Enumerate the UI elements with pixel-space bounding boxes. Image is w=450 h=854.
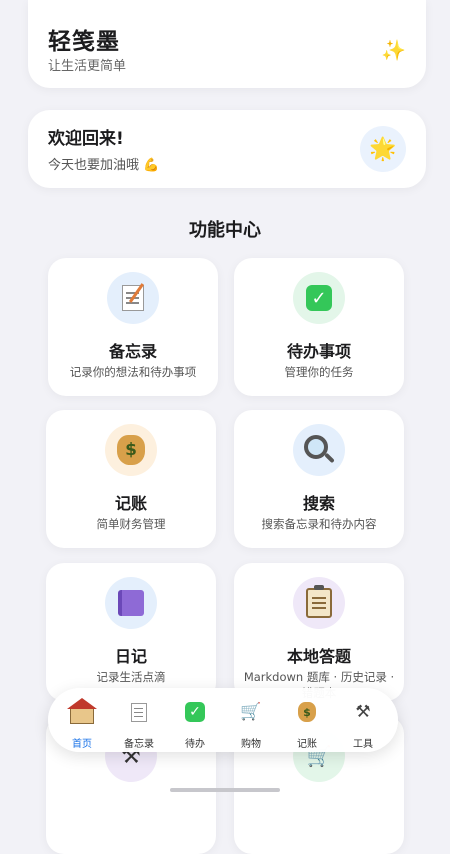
card-desc: 搜索备忘录和待办内容 [261, 517, 377, 531]
feature-card-quiz[interactable]: 本地答题 Markdown 题库 · 历史记录 · 错题本 [234, 563, 404, 701]
app-title: 轻笺墨 [48, 29, 120, 55]
card-desc: 简单财务管理 [96, 517, 166, 531]
money-bag-icon: $ [295, 700, 319, 724]
magnifier-icon [293, 424, 345, 476]
clipboard-icon [293, 577, 345, 629]
tab-shopping[interactable]: 🛒 购物 [223, 688, 279, 752]
tab-label: 首页 [72, 739, 92, 750]
welcome-card: 欢迎回来! 今天也要加油哦 💪 🌟 [28, 110, 426, 188]
card-title: 记账 [114, 494, 147, 513]
memo-icon [107, 272, 159, 324]
feature-card-todo[interactable]: ✓ 待办事项 管理你的任务 [234, 258, 404, 396]
tab-home[interactable]: 首页 [54, 688, 110, 752]
feature-card-search[interactable]: 搜索 搜索备忘录和待办内容 [234, 410, 404, 548]
tab-label: 购物 [241, 739, 261, 750]
memo-icon [127, 700, 151, 724]
feature-card-memo[interactable]: 备忘录 记录你的想法和待办事项 [48, 258, 218, 396]
tools-icon: ⚒ [355, 702, 371, 722]
tab-label: 记账 [297, 739, 317, 750]
checkbox-icon: ✓ [183, 700, 207, 724]
app-subtitle: 让生活更简单 [48, 59, 127, 74]
tab-label: 待办 [185, 739, 205, 750]
money-bag-icon: $ [105, 424, 157, 476]
sparkles-icon: ✨ [381, 38, 406, 62]
card-title: 待办事项 [286, 342, 351, 361]
house-icon [67, 697, 97, 727]
section-title: 功能中心 [189, 220, 261, 241]
card-title: 本地答题 [286, 647, 351, 666]
tab-label: 备忘录 [124, 739, 154, 750]
star-icon: 🌟 [360, 126, 406, 172]
welcome-subtitle: 今天也要加油哦 💪 [48, 158, 160, 173]
tab-todo[interactable]: ✓ 待办 [167, 688, 223, 752]
home-indicator[interactable] [170, 788, 280, 792]
tab-accounting[interactable]: $ 记账 [279, 688, 335, 752]
notebook-icon [105, 577, 157, 629]
welcome-title: 欢迎回来! [48, 129, 124, 149]
card-desc: 管理你的任务 [284, 365, 354, 379]
tab-memo[interactable]: 备忘录 [111, 688, 167, 752]
bottom-tab-bar: 首页 备忘录 ✓ 待办 🛒 购物 $ 记账 ⚒ 工具 [48, 688, 398, 752]
checkbox-icon: ✓ [293, 272, 345, 324]
card-desc: 记录生活点滴 [96, 670, 166, 684]
card-title: 日记 [114, 647, 147, 666]
tab-tools[interactable]: ⚒ 工具 [335, 688, 391, 752]
card-title: 备忘录 [108, 342, 157, 361]
card-desc: 记录你的想法和待办事项 [69, 365, 197, 379]
card-title: 搜索 [302, 494, 335, 513]
app-header: 轻笺墨 让生活更简单 ✨ [28, 0, 426, 88]
cart-icon: 🛒 [240, 702, 262, 722]
tab-label: 工具 [353, 739, 373, 750]
feature-card-diary[interactable]: 日记 记录生活点滴 [46, 563, 216, 701]
feature-card-accounting[interactable]: $ 记账 简单财务管理 [46, 410, 216, 548]
